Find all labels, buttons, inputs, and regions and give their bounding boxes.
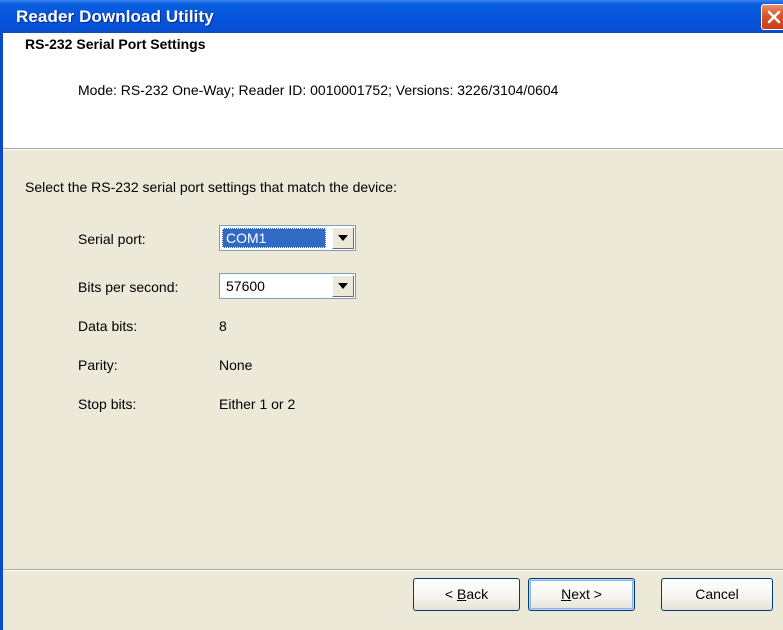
serial-port-dropdown-button[interactable] — [332, 227, 354, 249]
stop-bits-label: Stop bits: — [78, 396, 137, 412]
bits-per-second-label: Bits per second: — [78, 279, 179, 295]
instruction-text: Select the RS-232 serial port settings t… — [25, 179, 397, 195]
footer-divider — [3, 569, 783, 571]
page-subtitle: Mode: RS-232 One-Way; Reader ID: 0010001… — [78, 82, 559, 98]
chevron-down-icon — [338, 235, 348, 241]
data-bits-value: 8 — [219, 318, 227, 334]
dialog-window: Reader Download Utility RS-232 Serial Po… — [0, 0, 783, 630]
page-title: RS-232 Serial Port Settings — [25, 36, 206, 52]
bits-per-second-dropdown-button[interactable] — [332, 275, 354, 297]
serial-port-select[interactable]: COM1 — [219, 225, 356, 251]
bits-per-second-select[interactable]: 57600 — [219, 273, 356, 299]
wizard-body — [3, 150, 783, 570]
next-button[interactable]: Next > — [528, 578, 635, 611]
data-bits-label: Data bits: — [78, 318, 138, 334]
bits-per-second-value: 57600 — [226, 278, 265, 294]
back-button[interactable]: < Back — [413, 578, 520, 611]
serial-port-label: Serial port: — [78, 231, 146, 247]
title-bar[interactable]: Reader Download Utility — [0, 0, 783, 33]
serial-port-value: COM1 — [222, 228, 326, 248]
close-icon — [767, 10, 781, 24]
back-button-prefix: < — [444, 586, 457, 602]
chevron-down-icon — [338, 283, 348, 289]
next-button-mnemonic: N — [561, 586, 572, 602]
cancel-button[interactable]: Cancel — [661, 578, 773, 611]
back-button-mnemonic: B — [456, 586, 467, 602]
close-button[interactable] — [761, 4, 783, 30]
next-button-rest: ext > — [571, 586, 602, 602]
stop-bits-value: Either 1 or 2 — [219, 396, 296, 412]
parity-label: Parity: — [78, 357, 118, 373]
window-title: Reader Download Utility — [16, 7, 214, 26]
parity-value: None — [219, 357, 253, 373]
back-button-rest: ack — [466, 586, 489, 602]
